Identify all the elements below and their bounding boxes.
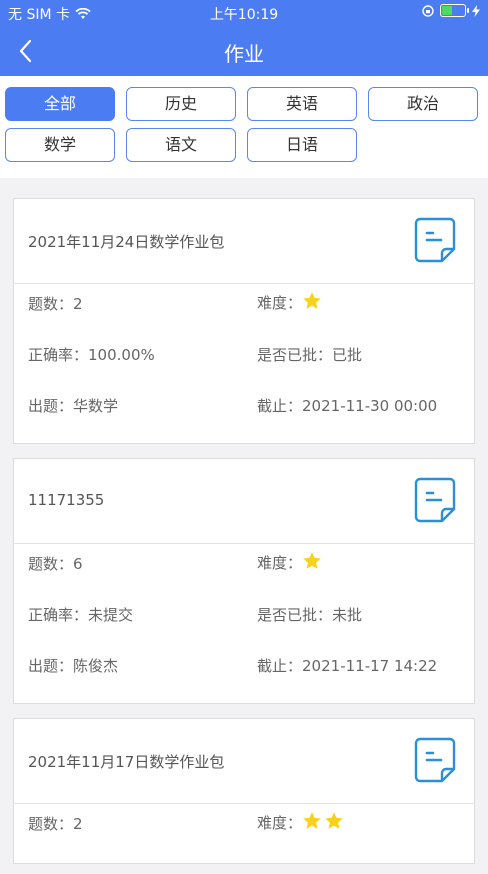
- deadline-value: 2021-11-30 00:00: [302, 397, 438, 415]
- assignment-card[interactable]: 2021年11月17日数学作业包 题数：2 难度：: [13, 718, 475, 864]
- filter-chip-japanese[interactable]: 日语: [247, 128, 357, 162]
- card-header: 2021年11月24日数学作业包: [14, 199, 474, 284]
- accuracy-field: 正确率：100.00%: [28, 346, 155, 364]
- question-count: 2: [73, 815, 83, 833]
- filter-chip-chinese[interactable]: 语文: [126, 128, 236, 162]
- author-name: 陈俊杰: [73, 657, 119, 675]
- charging-icon: [472, 4, 480, 17]
- difficulty-stars: [302, 551, 322, 571]
- star-icon: [303, 812, 321, 829]
- difficulty-stars: [302, 291, 322, 311]
- question-count: 6: [73, 555, 83, 573]
- accuracy-value: 未提交: [88, 606, 134, 624]
- accuracy-value: 100.00%: [88, 346, 155, 364]
- assignment-title: 2021年11月17日数学作业包: [28, 753, 225, 771]
- filter-chip-all[interactable]: 全部: [5, 87, 115, 121]
- deadline-field: 截止：2021-11-30 00:00: [257, 397, 438, 415]
- document-icon: [414, 217, 456, 263]
- assignment-title: 2021年11月24日数学作业包: [28, 233, 225, 251]
- author-field: 出题：陈俊杰: [28, 657, 119, 675]
- graded-status: 未批: [332, 606, 363, 624]
- question-count-field: 题数：6: [28, 555, 83, 573]
- filter-chip-english[interactable]: 英语: [247, 87, 357, 121]
- difficulty-field: 难度：: [257, 291, 322, 313]
- graded-status-field: 是否已批：已批: [257, 346, 363, 364]
- subject-filter-bar: 全部 历史 英语 政治 数学 语文 日语: [0, 76, 488, 178]
- deadline-field: 截止：2021-11-17 14:22: [257, 657, 438, 675]
- filter-chip-math[interactable]: 数学: [5, 128, 115, 162]
- graded-status-field: 是否已批：未批: [257, 606, 363, 624]
- assignment-title: 11171355: [28, 491, 105, 509]
- star-icon: [303, 552, 321, 569]
- assignment-card[interactable]: 2021年11月24日数学作业包 题数：2 难度： 正确率：100.00% 是否…: [13, 198, 475, 444]
- page-title: 作业: [224, 42, 264, 66]
- status-time: 上午10:19: [209, 7, 279, 23]
- card-header: 2021年11月17日数学作业包: [14, 719, 474, 804]
- orientation-lock-icon: [422, 4, 434, 17]
- battery-icon: [440, 4, 469, 17]
- document-icon: [414, 477, 456, 523]
- status-bar: 无 SIM 卡 上午10:19: [0, 0, 488, 26]
- filter-chip-politics[interactable]: 政治: [368, 87, 478, 121]
- question-count-field: 题数：2: [28, 815, 83, 833]
- deadline-value: 2021-11-17 14:22: [302, 657, 438, 675]
- difficulty-field: 难度：: [257, 551, 322, 573]
- star-icon: [303, 292, 321, 309]
- star-icon: [325, 812, 343, 829]
- navigation-bar: 作业: [0, 26, 488, 76]
- difficulty-field: 难度：: [257, 811, 344, 833]
- app-header: 无 SIM 卡 上午10:19 作业: [0, 0, 488, 76]
- question-count: 2: [73, 295, 83, 313]
- author-field: 出题：华数学: [28, 397, 119, 415]
- graded-status: 已批: [332, 346, 363, 364]
- assignment-card[interactable]: 11171355 题数：6 难度： 正确率：未提交 是否已批：未批 出题：陈俊杰…: [13, 458, 475, 704]
- author-name: 华数学: [73, 397, 119, 415]
- document-icon: [414, 737, 456, 783]
- difficulty-stars: [302, 811, 344, 831]
- card-header: 11171355: [14, 459, 474, 544]
- filter-chip-history[interactable]: 历史: [126, 87, 236, 121]
- question-count-field: 题数：2: [28, 295, 83, 313]
- accuracy-field: 正确率：未提交: [28, 606, 134, 624]
